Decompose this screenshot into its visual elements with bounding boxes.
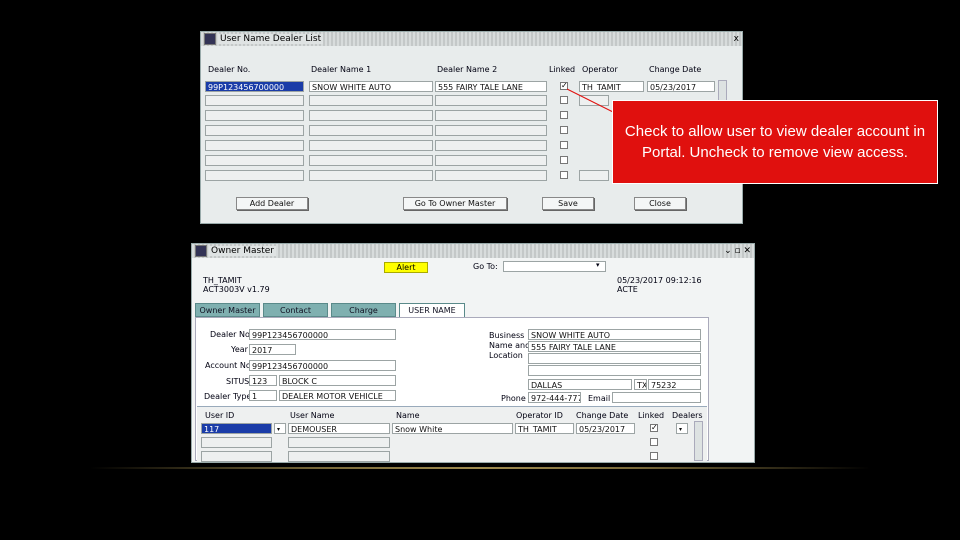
situs-block-field[interactable]: BLOCK C [279, 375, 396, 386]
user-linked-checkbox[interactable] [650, 438, 658, 446]
grid-header-user-name: User Name [290, 411, 335, 420]
tab-owner-master[interactable]: Owner Master [195, 303, 260, 317]
name-and-label: Name and [489, 341, 531, 350]
user-grid [197, 406, 707, 462]
user-name-field-empty[interactable] [288, 451, 390, 462]
zip-field[interactable]: 75232 [648, 379, 701, 390]
email-label: Email [588, 394, 611, 403]
grid-header-change-date: Change Date [576, 411, 629, 420]
program-version: ACT3003V v1.79 [203, 285, 270, 294]
go-to-label: Go To: [473, 262, 498, 271]
business-address-field[interactable]: 555 FAIRY TALE LANE [528, 341, 701, 352]
user-name-field-empty[interactable] [288, 437, 390, 448]
operator-id-field[interactable]: TH_TAMIT [515, 423, 574, 434]
dealer-no-label: Dealer No. [210, 330, 253, 339]
owner-master-title: Owner Master [209, 246, 276, 256]
year-label: Year [231, 345, 248, 354]
grid-header-user-id: User ID [205, 411, 235, 420]
session-datetime: 05/23/2017 09:12:16 [617, 276, 702, 285]
app-icon [195, 245, 207, 257]
save-button[interactable]: Save [542, 197, 594, 210]
add-dealer-button[interactable]: Add Dealer [236, 197, 308, 210]
business-address-line3-field[interactable] [528, 365, 701, 376]
account-no-label: Account No. [205, 361, 254, 370]
grid-header-dealers: Dealers [672, 411, 703, 420]
owner-master-titlebar: Owner Master ⌄ ▫ ✕ [192, 244, 754, 258]
alert-button[interactable]: Alert [384, 262, 428, 273]
location-label: Location [489, 351, 523, 360]
dealer-type-desc-field[interactable]: DEALER MOTOR VEHICLE [279, 390, 396, 401]
user-name-field[interactable]: DEMOUSER [288, 423, 390, 434]
user-id-lov-button[interactable]: ▾ [274, 423, 286, 434]
grid-header-linked: Linked [638, 411, 665, 420]
phone-label: Phone [501, 394, 526, 403]
user-linked-checkbox[interactable]: ✓ [650, 424, 658, 432]
grid-header-name: Name [396, 411, 420, 420]
environment-name: ACTE [617, 285, 638, 294]
business-label: Business [489, 331, 525, 340]
grid-header-operator-id: Operator ID [516, 411, 563, 420]
instruction-callout: Check to allow user to view dealer accou… [612, 100, 938, 184]
email-field[interactable] [612, 392, 701, 403]
business-address-line2-field[interactable] [528, 353, 701, 364]
business-name-field[interactable]: SNOW WHITE AUTO [528, 329, 701, 340]
user-id-field[interactable]: 117 [201, 423, 272, 434]
tab-charge[interactable]: Charge [331, 303, 396, 317]
go-to-select[interactable] [503, 261, 606, 272]
chevron-down-icon[interactable]: ▾ [596, 261, 600, 269]
dealers-lov-button[interactable]: ▾ [676, 423, 688, 434]
owner-dealer-no-field[interactable]: 99P123456700000 [249, 329, 396, 340]
situs-label: SITUS [226, 377, 250, 386]
phone-field[interactable]: 972-444-7777 [528, 392, 581, 403]
situs-code-field[interactable]: 123 [249, 375, 277, 386]
tab-user-name[interactable]: USER NAME [399, 303, 465, 317]
user-grid-scrollbar[interactable] [694, 421, 703, 461]
go-to-owner-master-button[interactable]: Go To Owner Master [403, 197, 507, 210]
dealer-type-code-field[interactable]: 1 [249, 390, 277, 401]
year-field[interactable]: 2017 [249, 344, 296, 355]
close-button[interactable]: Close [634, 197, 686, 210]
user-id-field-empty[interactable] [201, 437, 272, 448]
state-field[interactable]: TX [634, 379, 647, 390]
user-linked-checkbox[interactable] [650, 452, 658, 460]
user-id-field-empty[interactable] [201, 451, 272, 462]
divider-line [90, 467, 870, 469]
city-field[interactable]: DALLAS [528, 379, 632, 390]
window-controls-icon[interactable]: ⌄ ▫ ✕ [724, 244, 751, 258]
account-no-field[interactable]: 99P123456700000 [249, 360, 396, 371]
grid-change-date-field[interactable]: 05/23/2017 [576, 423, 635, 434]
tab-contact[interactable]: Contact [263, 303, 328, 317]
dealer-type-label: Dealer Type [204, 392, 252, 401]
name-field[interactable]: Snow White [392, 423, 513, 434]
current-user: TH_TAMIT [203, 276, 242, 285]
